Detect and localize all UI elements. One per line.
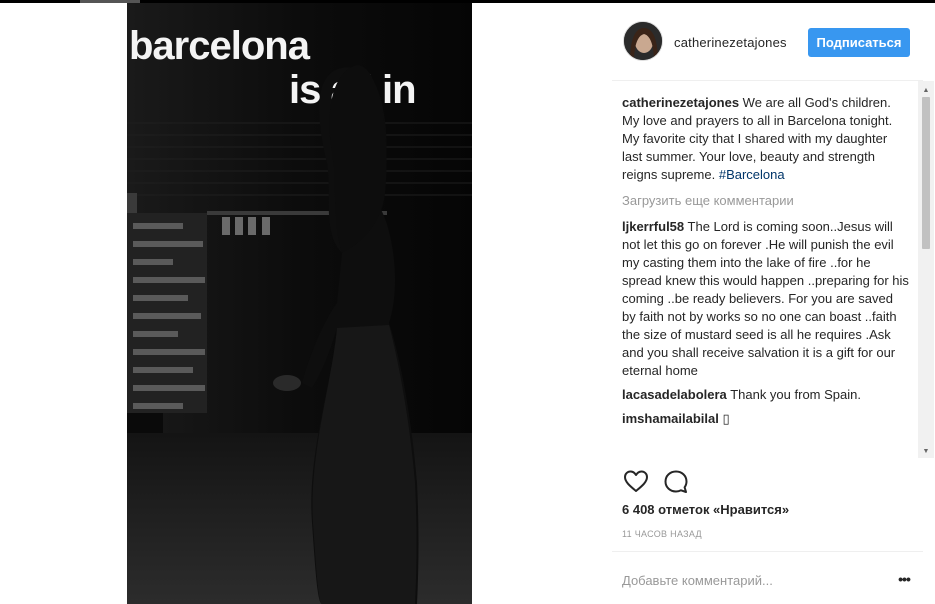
add-comment-input[interactable] — [622, 570, 882, 590]
scroll-up-arrow-icon[interactable]: ▲ — [918, 84, 934, 96]
owner-username-link[interactable]: catherinezetajones — [674, 35, 787, 50]
photo-text-line1: barcelona — [129, 24, 311, 68]
heart-outline-icon[interactable] — [622, 468, 650, 496]
speech-bubble-icon[interactable] — [662, 468, 690, 496]
ellipsis-icon[interactable]: ••• — [894, 569, 914, 589]
post-modal: barcelona is all in catherinezetajones П… — [0, 0, 935, 604]
scrollbar-thumb[interactable] — [922, 97, 930, 249]
comment-text: ▯ — [722, 411, 730, 426]
add-comment-section: ••• — [612, 551, 923, 604]
comments-list[interactable]: catherinezetajones We are all God's chil… — [622, 94, 910, 457]
post-timestamp[interactable]: 11 ЧАСОВ НАЗАД — [622, 529, 702, 539]
comment-item: imshamailabilal ▯ — [622, 410, 910, 428]
photo-illustration: barcelona is all in — [127, 3, 472, 604]
hashtag-link[interactable]: #Barcelona — [719, 167, 785, 182]
comment-text: Thank you from Spain. — [730, 387, 861, 402]
comment-username-link[interactable]: lacasadelabolera — [622, 387, 727, 402]
comments-scrollbar[interactable]: ▲ ▼ — [918, 81, 934, 458]
comment-username-link[interactable]: imshamailabilal — [622, 411, 719, 426]
post-header: catherinezetajones Подписаться — [612, 3, 923, 81]
scroll-down-arrow-icon[interactable]: ▼ — [918, 445, 934, 457]
post-side-panel: catherinezetajones Подписаться catherine… — [612, 3, 935, 604]
comment-item: lacasadelabolera Thank you from Spain. — [622, 386, 910, 404]
comment-text: The Lord is coming soon..Jesus will not … — [622, 219, 909, 378]
caption-username-link[interactable]: catherinezetajones — [622, 95, 739, 110]
post-photo[interactable]: barcelona is all in — [127, 3, 472, 604]
follow-button[interactable]: Подписаться — [808, 28, 910, 57]
post-caption: catherinezetajones We are all God's chil… — [622, 94, 910, 184]
owner-avatar[interactable] — [623, 21, 663, 61]
likes-count[interactable]: 6 408 отметок «Нравится» — [622, 502, 789, 517]
load-more-comments-link[interactable]: Загрузить еще комментарии — [622, 192, 910, 210]
comment-username-link[interactable]: ljkerrful58 — [622, 219, 684, 234]
comment-item: ljkerrful58 The Lord is coming soon..Jes… — [622, 218, 910, 380]
post-actions — [622, 468, 912, 498]
avatar-image — [624, 22, 662, 60]
